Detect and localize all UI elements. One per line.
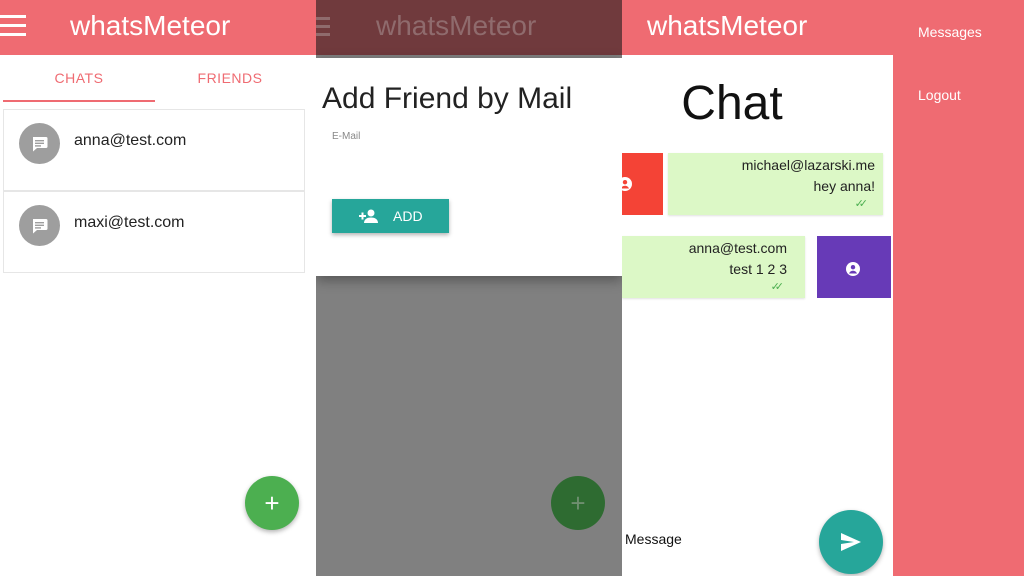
message-text: hey anna! <box>813 178 876 194</box>
chat-bubble-icon <box>33 137 48 152</box>
account-circle-icon <box>846 262 860 276</box>
email-field[interactable]: E-Mail <box>332 131 360 142</box>
chat-screen: whatsMeteor Chat michael@lazarski.me hey… <box>622 0 893 576</box>
sender-avatar <box>817 236 891 298</box>
chats-screen: whatsMeteor CHATS FRIENDS anna@test.com <box>0 0 316 576</box>
side-menu: Messages Logout <box>893 0 1024 576</box>
tab-indicator <box>3 100 155 102</box>
menu-item-messages[interactable]: Messages <box>918 24 982 40</box>
add-friend-dialog: Add Friend by Mail E-Mail ADD <box>316 58 622 276</box>
account-circle-icon <box>622 177 632 191</box>
chat-name: maxi@test.com <box>74 214 185 231</box>
hamburger-menu-icon[interactable] <box>0 15 26 37</box>
chat-avatar <box>19 205 60 246</box>
double-check-icon: ✓✓ <box>854 198 869 210</box>
tab-bar: CHATS FRIENDS <box>0 55 316 102</box>
add-chat-fab[interactable]: + <box>245 476 299 530</box>
message-bubble: anna@test.com test 1 2 3 ✓✓ <box>622 236 805 298</box>
plus-icon: + <box>570 488 586 518</box>
add-button-label: ADD <box>393 208 423 224</box>
message-bubble: michael@lazarski.me hey anna! ✓✓ <box>668 153 883 215</box>
app-title: whatsMeteor <box>376 10 537 41</box>
tab-chats[interactable]: CHATS <box>3 55 155 102</box>
send-button[interactable] <box>819 510 883 574</box>
hamburger-menu-icon <box>316 17 330 37</box>
person-add-icon <box>359 209 378 223</box>
chat-list-item[interactable]: anna@test.com <box>3 109 305 191</box>
chat-name: anna@test.com <box>74 132 187 149</box>
app-bar: whatsMeteor <box>0 0 316 55</box>
plus-icon: + <box>264 488 280 518</box>
app-bar: whatsMeteor <box>622 0 893 55</box>
add-chat-fab-dimmed: + <box>551 476 605 530</box>
add-friend-button[interactable]: ADD <box>332 199 449 233</box>
message-sender: anna@test.com <box>688 240 787 256</box>
message-text: test 1 2 3 <box>729 261 787 277</box>
menu-item-logout[interactable]: Logout <box>918 87 961 103</box>
dialog-title: Add Friend by Mail <box>322 82 573 115</box>
send-icon <box>841 533 861 551</box>
add-friend-screen: whatsMeteor Add Friend by Mail E-Mail AD… <box>316 0 622 576</box>
app-title: whatsMeteor <box>647 10 808 41</box>
chat-list-item[interactable]: maxi@test.com <box>3 191 305 273</box>
tab-friends[interactable]: FRIENDS <box>155 55 305 102</box>
chat-avatar <box>19 123 60 164</box>
app-title: whatsMeteor <box>70 10 231 41</box>
chat-heading: Chat <box>681 77 783 130</box>
sender-avatar <box>622 153 663 215</box>
chat-bubble-icon <box>33 219 48 234</box>
message-sender: michael@lazarski.me <box>741 157 875 173</box>
message-input[interactable]: Message <box>625 531 682 547</box>
app-bar-dimmed: whatsMeteor <box>316 0 622 55</box>
double-check-icon: ✓✓ <box>770 281 785 293</box>
